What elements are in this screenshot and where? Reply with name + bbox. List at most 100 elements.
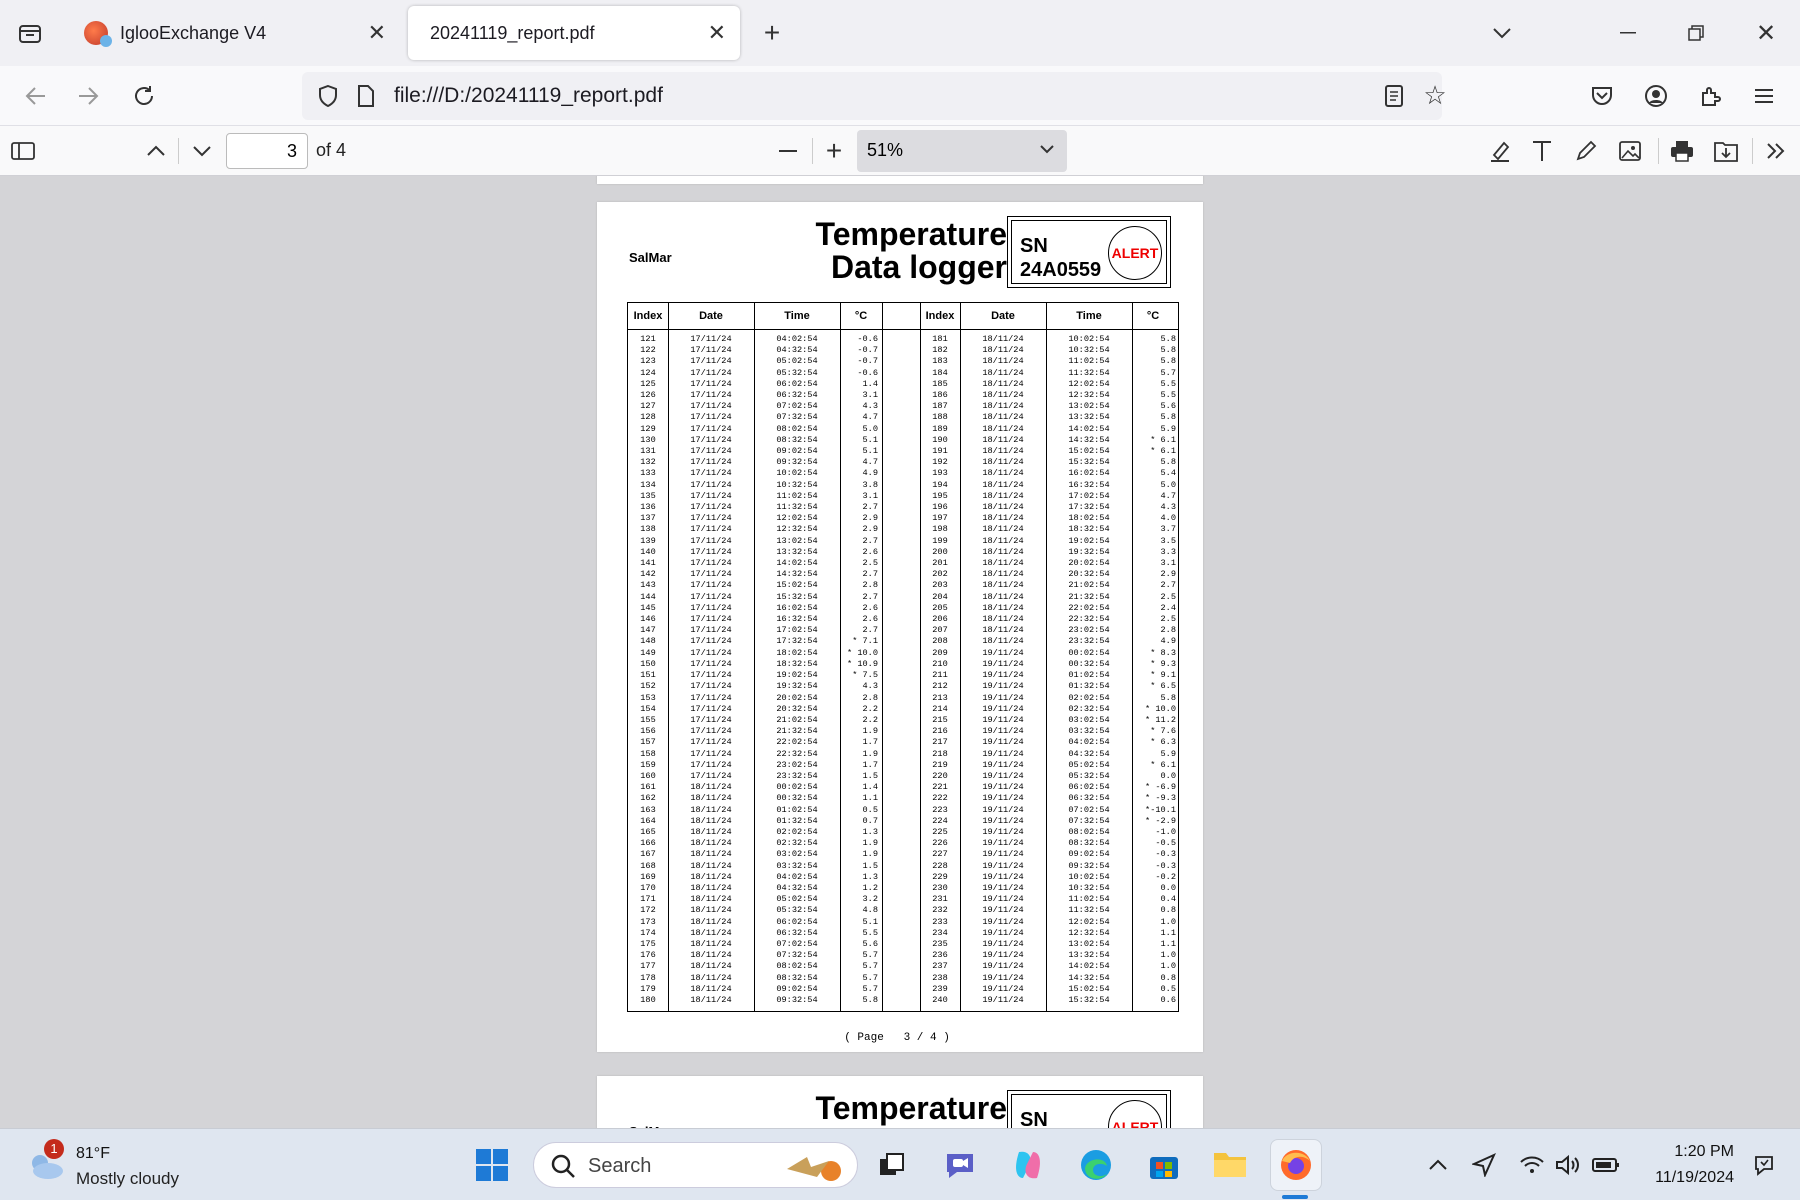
list-tabs-chevron-icon[interactable] (1486, 17, 1518, 49)
copilot-icon[interactable] (1006, 1143, 1050, 1187)
column-time-right: 10:02:54 10:32:54 11:02:54 11:32:54 12:0… (1068, 334, 1110, 1005)
location-icon[interactable] (1462, 1143, 1506, 1187)
weather-temperature: 81°F (76, 1145, 110, 1162)
tab-title: 20241119_report.pdf (430, 22, 595, 43)
close-window-icon[interactable]: ✕ (1750, 17, 1782, 49)
windows-start-icon[interactable] (470, 1143, 514, 1187)
active-app-indicator (1282, 1195, 1308, 1199)
header-time: Time (784, 310, 810, 322)
pdf-page-3: SalMar Temperature Data logger SN 24A055… (597, 202, 1203, 1052)
autumn-leaves-icon (777, 1149, 847, 1188)
back-icon[interactable] (20, 80, 52, 112)
pdf-viewer[interactable]: SalMar Temperature Data logger SN 24A055… (0, 176, 1800, 1128)
zoom-in-icon[interactable]: + (818, 135, 850, 166)
tools-overflow-icon[interactable] (1760, 136, 1792, 166)
column-date-right: 18/11/24 18/11/24 18/11/24 18/11/24 18/1… (982, 334, 1024, 1005)
header-index: Index (633, 310, 663, 322)
weather-widget[interactable]: 1 81°F Mostly cloudy (20, 1129, 210, 1200)
page-footer: ( Page 3 / 4 ) (844, 1032, 950, 1044)
url-text[interactable]: file:///D:/20241119_report.pdf (394, 84, 663, 108)
sn-label: SN (1020, 235, 1048, 257)
task-view-icon[interactable] (870, 1143, 914, 1187)
print-icon[interactable] (1666, 136, 1698, 166)
header-temp: °C (854, 310, 868, 322)
draw-icon[interactable] (1570, 136, 1602, 166)
clock-time: 1:20 PM (1674, 1143, 1734, 1160)
iglooexchange-favicon (84, 21, 112, 47)
image-icon[interactable] (1614, 136, 1646, 166)
search-icon (550, 1153, 576, 1184)
teams-chat-icon[interactable] (938, 1143, 982, 1187)
document-title: Temperature (815, 1090, 1007, 1126)
tab-title: IglooExchange V4 (120, 22, 267, 43)
page-count: of 4 (316, 140, 347, 160)
new-tab-icon[interactable]: + (756, 17, 788, 49)
url-bar[interactable]: file:///D:/20241119_report.pdf ☆ (302, 72, 1447, 120)
clock[interactable]: 1:20 PM 11/19/2024 (1614, 1129, 1734, 1200)
header-time: Time (1076, 310, 1102, 322)
firefox-icon[interactable] (1270, 1139, 1322, 1191)
header-temp: °C (1146, 310, 1160, 322)
notifications-icon[interactable] (1742, 1143, 1786, 1187)
pdf-toolbar: 3 of 4 + 51% (0, 126, 1800, 176)
reader-view-icon[interactable] (1380, 82, 1408, 110)
bookmark-star-icon[interactable]: ☆ (1420, 80, 1450, 110)
header-date: Date (699, 310, 723, 322)
show-hidden-icons-chevron[interactable] (1416, 1143, 1460, 1187)
account-icon[interactable] (1640, 80, 1672, 112)
column-index-left: 121 122 123 124 125 126 127 128 129 130 … (640, 334, 656, 1005)
tab-report-pdf[interactable]: 20241119_report.pdf ✕ (408, 6, 740, 60)
serial-number-box: SN 24A0559 ALERT (1007, 216, 1171, 288)
taskbar: 1 81°F Mostly cloudy Search 1:20 PM 11/1… (0, 1128, 1800, 1200)
column-date-left: 17/11/24 17/11/24 17/11/24 17/11/24 17/1… (690, 334, 732, 1005)
file-icon (352, 82, 380, 110)
tab-overview-icon[interactable] (14, 17, 46, 49)
alert-stamp: ALERT (1108, 1100, 1162, 1128)
restore-icon[interactable] (1680, 17, 1712, 49)
zoom-select[interactable]: 51% (857, 130, 1067, 172)
shield-icon[interactable] (314, 82, 342, 110)
sn-value: 24A0559 (1020, 259, 1102, 281)
column-temp-left: -0.6 -0.7 -0.7 -0.6 1.4 3.1 4.3 4.7 5.0 … (847, 334, 878, 1005)
notification-badge: 1 (44, 1139, 64, 1159)
microsoft-store-icon[interactable] (1142, 1143, 1186, 1187)
sidebar-toggle-icon[interactable] (8, 136, 38, 166)
page-number-input[interactable]: 3 (226, 133, 308, 169)
pdf-page-4: SalMar Temperature SN ALERT (597, 1076, 1203, 1128)
text-tool-icon[interactable] (1526, 136, 1558, 166)
save-icon[interactable] (1710, 136, 1742, 166)
company-name: SalMar (629, 250, 672, 265)
chevron-down-icon (1039, 138, 1055, 165)
clock-date: 11/19/2024 (1655, 1169, 1734, 1186)
serial-number-box: SN ALERT (1007, 1090, 1171, 1128)
edge-icon[interactable] (1074, 1143, 1118, 1187)
minimize-icon[interactable] (1612, 17, 1644, 49)
column-time-left: 04:02:54 04:32:54 05:02:54 05:32:54 06:0… (776, 334, 818, 1005)
close-icon[interactable]: ✕ (708, 20, 726, 46)
highlight-icon[interactable] (1484, 136, 1516, 166)
tab-bar: IglooExchange V4 ✕ 20241119_report.pdf ✕… (0, 0, 1800, 66)
file-explorer-icon[interactable] (1208, 1143, 1252, 1187)
tab-iglooexchange[interactable]: IglooExchange V4 ✕ (70, 6, 400, 60)
extensions-icon[interactable] (1694, 80, 1726, 112)
zoom-value: 51% (867, 140, 904, 160)
header-date: Date (991, 310, 1015, 322)
pdf-page-2 (597, 176, 1203, 184)
sn-label: SN (1020, 1109, 1048, 1128)
close-icon[interactable]: ✕ (368, 20, 386, 46)
pocket-icon[interactable] (1586, 80, 1618, 112)
column-index-right: 181 182 183 184 185 186 187 188 189 190 … (932, 334, 948, 1005)
navigation-bar: file:///D:/20241119_report.pdf ☆ (0, 66, 1800, 126)
reload-icon[interactable] (128, 80, 160, 112)
document-title: Temperature Data logger (815, 216, 1007, 285)
forward-icon[interactable] (72, 80, 104, 112)
column-temp-right: 5.8 5.8 5.8 5.7 5.5 5.5 5.6 5.8 5.9 * 6.… (1145, 334, 1176, 1005)
taskbar-search[interactable]: Search (533, 1142, 858, 1188)
menu-icon[interactable] (1748, 80, 1780, 112)
next-page-icon[interactable] (186, 136, 218, 166)
search-placeholder: Search (588, 1155, 652, 1177)
zoom-out-icon[interactable] (772, 136, 804, 166)
weather-description: Mostly cloudy (76, 1169, 179, 1188)
header-index: Index (925, 310, 955, 322)
previous-page-icon[interactable] (140, 136, 172, 166)
